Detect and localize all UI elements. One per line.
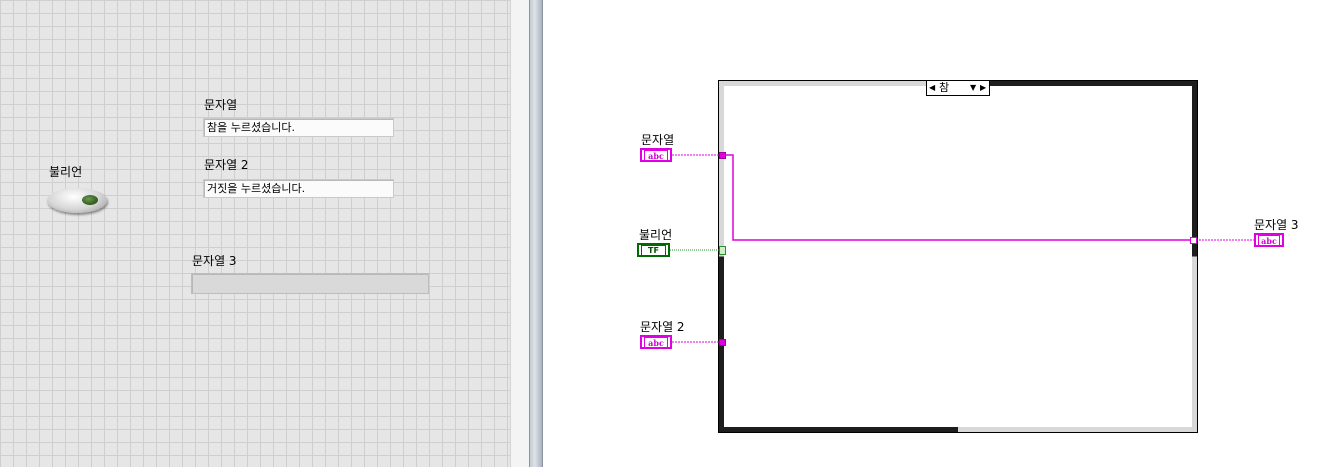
window-splitter[interactable] (529, 0, 543, 467)
string1-label: 문자열 (204, 98, 238, 112)
string3-label: 문자열 3 (192, 254, 237, 268)
string2-indicator[interactable]: 거짓을 누르셨습니다. (203, 179, 394, 198)
case-selector-value: 참 (939, 81, 950, 94)
string1-tunnel[interactable] (719, 152, 726, 159)
output-tunnel[interactable] (1190, 237, 1197, 244)
string3-terminal[interactable]: abc (1254, 233, 1284, 247)
string-type-icon: abc (644, 150, 668, 162)
string2-tunnel[interactable] (719, 339, 726, 346)
string2-terminal[interactable]: abc (640, 335, 672, 349)
case-structure[interactable] (718, 80, 1198, 433)
panel-gap (510, 0, 530, 467)
case-dropdown-arrow-icon[interactable]: ▼ (970, 83, 976, 93)
string-type-icon: abc (1258, 235, 1280, 247)
front-panel: 문자열 참을 누르셨습니다. 문자열 2 거짓을 누르셨습니다. 불리언 문자열… (0, 0, 510, 467)
case-selector-terminal[interactable] (719, 246, 726, 255)
boolean-toggle-switch[interactable] (47, 188, 107, 213)
boolean-label: 불리언 (49, 165, 83, 179)
string2-terminal-label: 문자열 2 (640, 320, 685, 334)
string1-indicator[interactable]: 참을 누르셨습니다. (203, 118, 394, 137)
boolean-led-icon (82, 195, 98, 205)
string-type-icon: abc (644, 337, 668, 349)
case-next-arrow-icon[interactable]: ▶ (980, 83, 986, 93)
string1-terminal-label: 문자열 (641, 133, 675, 147)
string1-terminal[interactable]: abc (640, 148, 672, 162)
string2-label: 문자열 2 (204, 158, 249, 172)
boolean-terminal[interactable]: TF (637, 243, 670, 257)
string3-indicator[interactable] (191, 273, 429, 294)
boolean-terminal-label: 불리언 (639, 228, 673, 242)
string3-terminal-label: 문자열 3 (1254, 218, 1299, 232)
case-prev-arrow-icon[interactable]: ◀ (929, 83, 935, 93)
boolean-type-icon: TF (641, 245, 666, 257)
case-selector[interactable]: ◀ 참 ▼ ▶ (926, 80, 990, 96)
